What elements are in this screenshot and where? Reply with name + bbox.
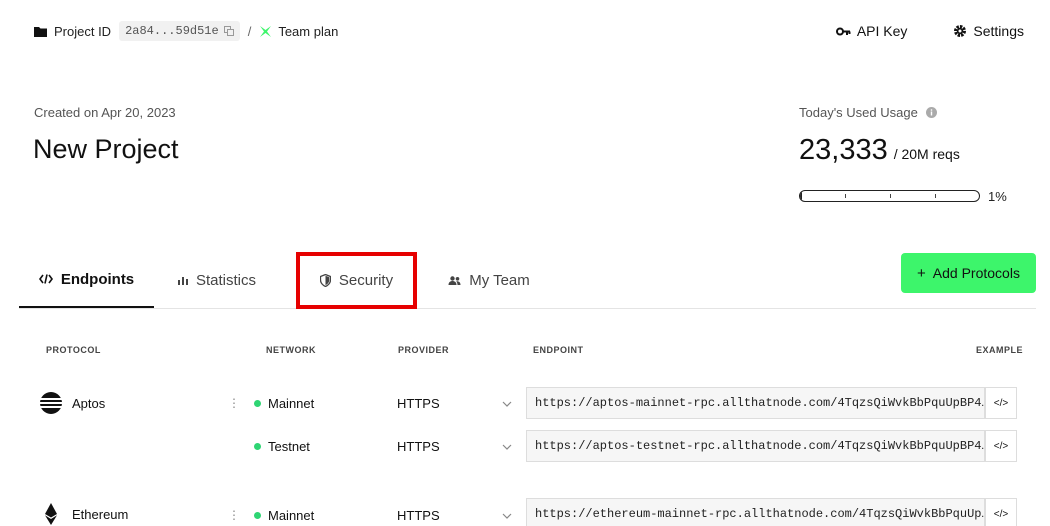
status-dot-icon (254, 400, 261, 407)
tab-statistics[interactable]: Statistics (177, 252, 257, 308)
network-name: Mainnet (268, 396, 315, 411)
project-id-chip[interactable]: 2a84...59d51e (119, 21, 240, 41)
example-code-button[interactable]: </> (985, 430, 1017, 462)
project-id-value: 2a84...59d51e (125, 24, 219, 38)
project-id-label: Project ID (54, 23, 112, 39)
endpoint-field[interactable]: https://aptos-mainnet-rpc.allthatnode.co… (526, 387, 985, 419)
network-cell: Testnet (254, 439, 310, 454)
protocol-name: Ethereum (72, 506, 129, 522)
network-cell: Mainnet (254, 508, 314, 523)
more-options-icon[interactable]: ⋮ (228, 396, 240, 410)
created-date: Created on Apr 20, 2023 (34, 105, 176, 120)
breadcrumb-separator: / (247, 23, 252, 39)
example-code-button[interactable]: </> (985, 498, 1017, 526)
usage-limit: / 20M reqs (893, 146, 960, 162)
breadcrumb: Project ID 2a84...59d51e / Team plan (34, 21, 338, 41)
team-plan-icon (260, 25, 272, 37)
provider-select[interactable]: HTTPS (397, 508, 440, 523)
usage-label-text: Today's Used Usage (799, 105, 918, 120)
people-icon (448, 275, 461, 285)
api-key-button[interactable]: API Key (835, 23, 908, 39)
progress-tick (890, 194, 891, 198)
tab-my-team-label: My Team (469, 271, 530, 289)
add-protocols-label: Add Protocols (932, 265, 1020, 281)
team-plan-label[interactable]: Team plan (278, 24, 338, 39)
network-name: Testnet (268, 439, 310, 454)
settings-button[interactable]: Settings (953, 23, 1024, 39)
network-cell: Mainnet (254, 396, 314, 411)
progress-tick (845, 194, 846, 198)
api-key-label: API Key (856, 23, 908, 39)
add-protocols-button[interactable]: + Add Protocols (901, 253, 1036, 293)
usage-label: Today's Used Usage (799, 105, 937, 120)
usage-percent: 1% (988, 189, 1007, 204)
provider-select[interactable]: HTTPS (397, 439, 440, 454)
network-name: Mainnet (268, 508, 315, 523)
shield-icon (319, 274, 331, 287)
ethereum-logo-icon (45, 503, 57, 525)
protocol-ethereum[interactable]: Ethereum (40, 503, 128, 525)
more-options-icon[interactable]: ⋮ (228, 508, 240, 522)
example-code-button[interactable]: </> (985, 387, 1017, 419)
settings-label: Settings (973, 23, 1024, 39)
chevron-down-icon[interactable] (502, 513, 512, 520)
usage-value: 23,333 / 20M reqs (799, 134, 960, 167)
tab-my-team[interactable]: My Team (447, 252, 531, 308)
protocol-aptos[interactable]: Aptos (40, 392, 105, 414)
top-actions: API Key Settings (835, 23, 1024, 39)
column-header-network: NETWORK (266, 345, 316, 355)
copy-icon[interactable] (223, 26, 234, 36)
provider-select[interactable]: HTTPS (397, 396, 440, 411)
plus-icon: + (917, 264, 926, 282)
tab-endpoints-label: Endpoints (60, 270, 135, 288)
endpoint-field[interactable]: https://aptos-testnet-rpc.allthatnode.co… (526, 430, 985, 462)
tab-security-label: Security (338, 272, 394, 289)
tab-security[interactable]: Security (296, 252, 417, 309)
folder-icon (34, 26, 47, 37)
column-header-protocol: PROTOCOL (46, 345, 101, 355)
column-header-provider: PROVIDER (398, 345, 450, 355)
key-icon (835, 27, 851, 35)
bar-chart-icon (177, 276, 188, 285)
info-icon[interactable] (925, 107, 937, 118)
top-bar: Project ID 2a84...59d51e / Team plan API… (34, 20, 1024, 42)
progress-tick (935, 194, 936, 198)
usage-progress-fill (800, 191, 802, 201)
status-dot-icon (254, 443, 261, 450)
endpoint-field[interactable]: https://ethereum-mainnet-rpc.allthatnode… (526, 498, 985, 526)
tab-endpoints[interactable]: Endpoints (19, 252, 154, 308)
usage-count: 23,333 (799, 134, 888, 166)
usage-progress-bar (799, 190, 980, 202)
chevron-down-icon[interactable] (502, 444, 512, 451)
column-header-endpoint: ENDPOINT (533, 345, 584, 355)
aptos-logo-icon (40, 392, 62, 414)
tab-statistics-label: Statistics (195, 271, 256, 289)
column-header-example: EXAMPLE (976, 345, 1024, 355)
tab-bar: Endpoints Statistics Security My Team (19, 252, 1036, 309)
page-title: New Project (33, 134, 179, 164)
status-dot-icon (254, 512, 261, 519)
chevron-down-icon[interactable] (502, 401, 512, 408)
code-icon (38, 274, 53, 284)
protocol-name: Aptos (72, 395, 106, 411)
gear-icon (954, 25, 967, 37)
